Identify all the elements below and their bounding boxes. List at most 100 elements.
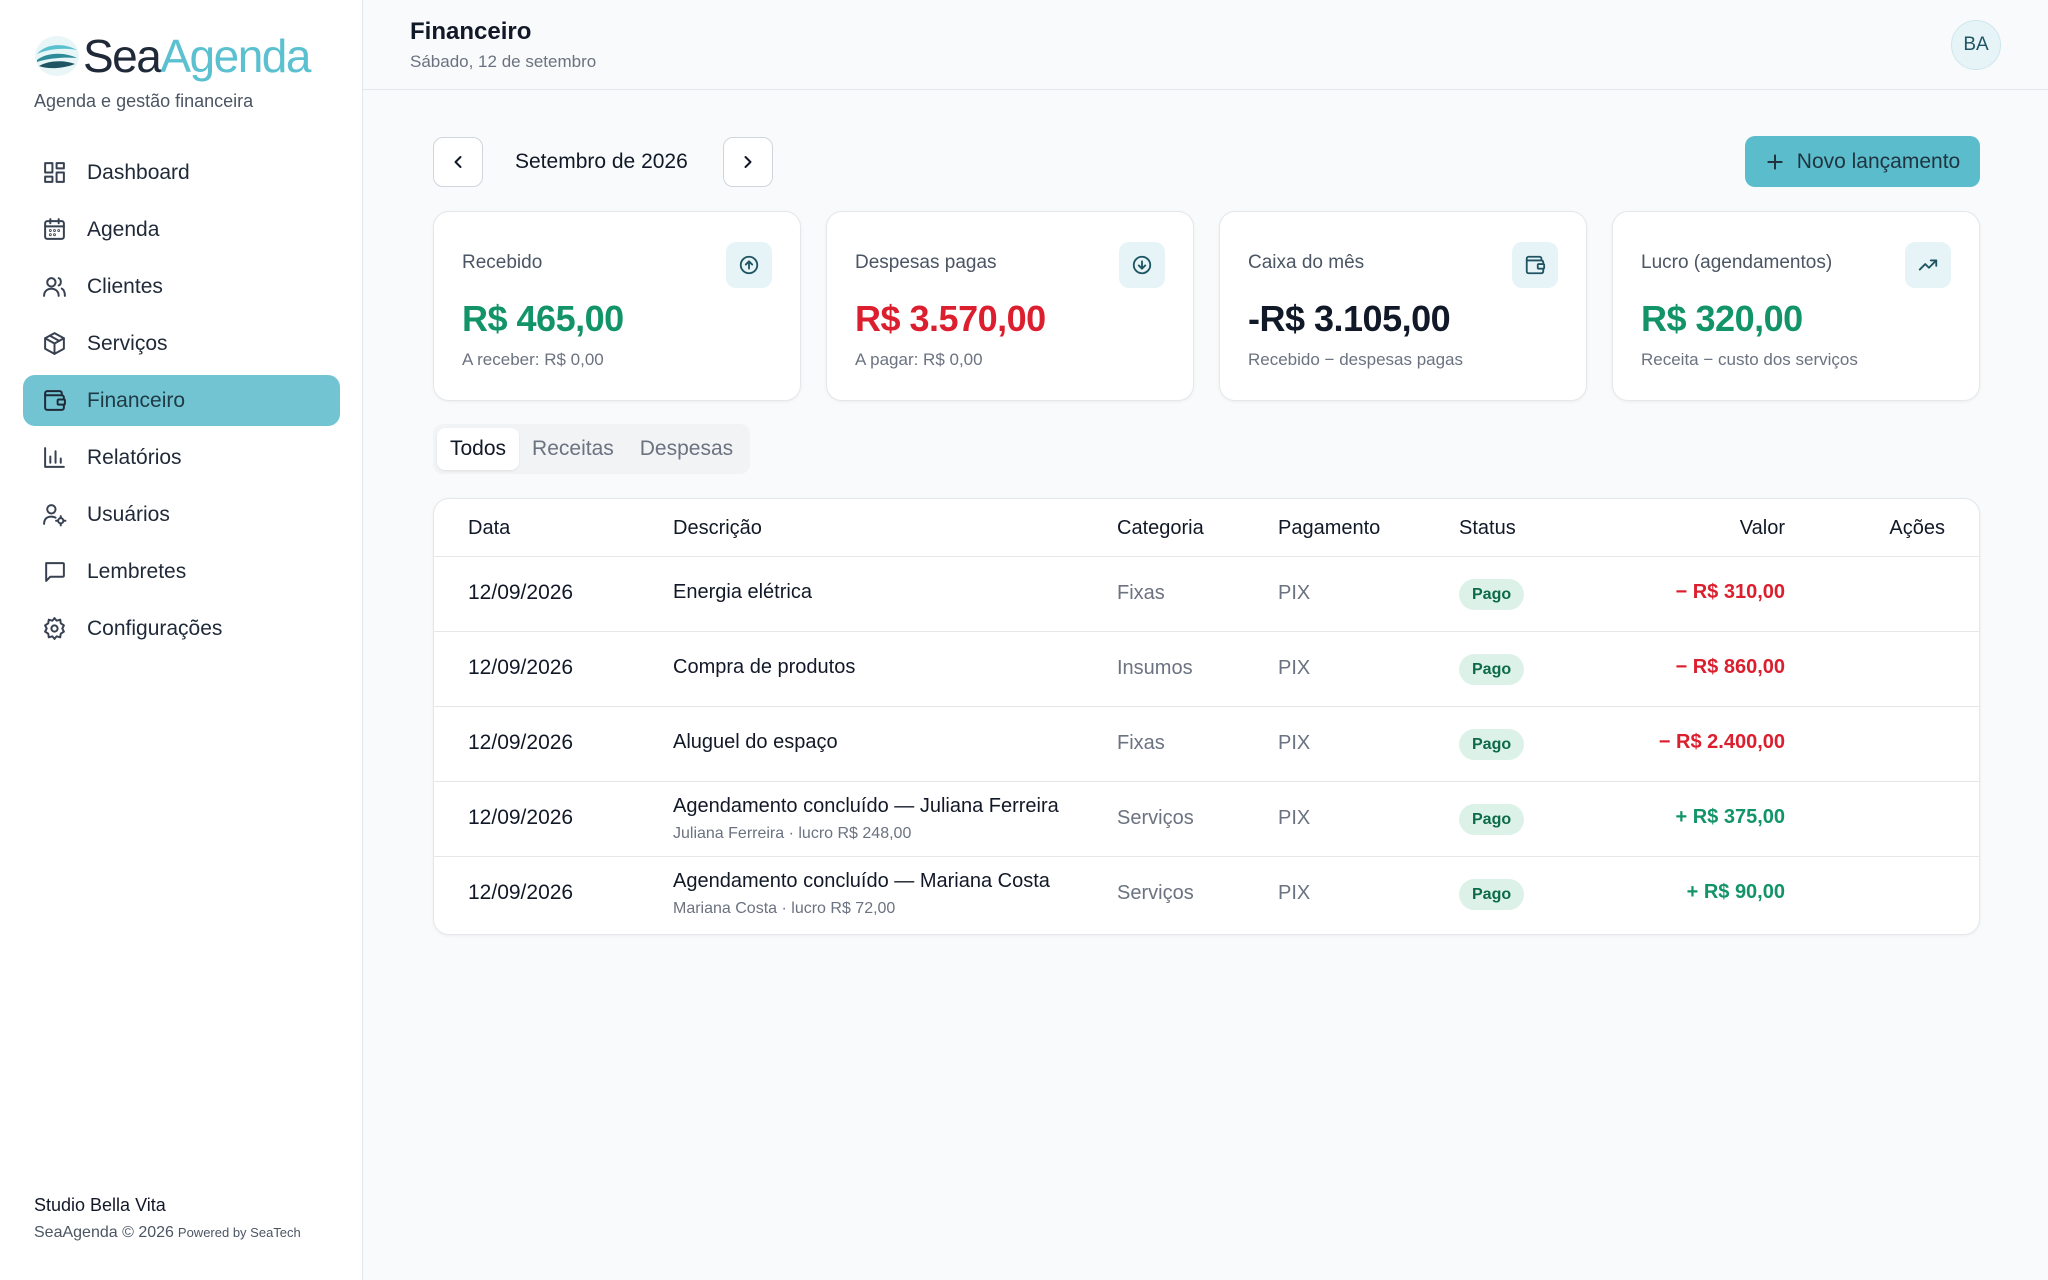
next-month-button[interactable] (723, 137, 773, 187)
card-sub: Recebido − despesas pagas (1248, 350, 1464, 369)
bar-chart-icon (41, 445, 67, 471)
status-badge: Pago (1459, 879, 1525, 910)
card-label: Caixa do mês (1248, 252, 1365, 273)
chevron-left-icon (454, 156, 462, 168)
filter-tabs: Todos Receitas Despesas (433, 424, 751, 474)
row-payment: PIX (1278, 807, 1311, 829)
new-entry-button[interactable]: Novo lançamento (1745, 136, 1980, 187)
users-icon (41, 274, 67, 300)
sidebar-nav: Dashboard Agenda Clientes Serviços Finan… (23, 147, 340, 660)
tab-todos[interactable]: Todos (437, 428, 520, 470)
column-header-data: Data (468, 517, 511, 539)
card-recebido: Recebido R$ 465,00 A receber: R$ 0,00 (433, 211, 801, 401)
sidebar-item-lembretes[interactable]: Lembretes (23, 546, 340, 597)
wallet-icon (41, 388, 67, 414)
avatar[interactable]: BA (1951, 20, 2001, 70)
row-payment: PIX (1278, 732, 1311, 754)
row-value: − R$ 860,00 (1675, 656, 1785, 678)
row-date: 12/09/2026 (468, 656, 574, 679)
card-label: Lucro (agendamentos) (1641, 252, 1833, 273)
wallet-icon (1512, 242, 1558, 288)
column-header-descricao: Descrição (673, 517, 762, 539)
card-lucro: Lucro (agendamentos) R$ 320,00 Receita −… (1612, 211, 1980, 401)
row-payment: PIX (1278, 582, 1311, 604)
row-value: − R$ 2.400,00 (1658, 731, 1785, 753)
month-label: Setembro de 2026 (515, 150, 688, 173)
sidebar-item-clientes[interactable]: Clientes (23, 261, 340, 312)
status-badge: Pago (1459, 654, 1525, 685)
row-payment: PIX (1278, 882, 1311, 904)
card-label: Recebido (462, 252, 543, 273)
row-date: 12/09/2026 (468, 731, 574, 754)
card-caixa-do-mes: Caixa do mês -R$ 3.105,00 Recebido − des… (1219, 211, 1587, 401)
column-header-status: Status (1459, 517, 1516, 539)
sidebar-item-agenda[interactable]: Agenda (23, 204, 340, 255)
row-description: Compra de produtos (673, 656, 856, 678)
card-sub: Receita − custo dos serviços (1641, 350, 1858, 369)
row-date: 12/09/2026 (468, 881, 574, 904)
column-header-pagamento: Pagamento (1278, 517, 1381, 539)
column-header-acoes: Ações (1889, 517, 1945, 539)
box-icon (41, 331, 67, 357)
row-category: Fixas (1117, 732, 1165, 754)
row-description: Agendamento concluído — Mariana Costa (673, 870, 1050, 892)
sidebar-item-configuracoes[interactable]: Configurações (23, 603, 340, 654)
card-value: R$ 465,00 (462, 298, 624, 339)
sidebar-item-label: Dashboard (87, 160, 190, 184)
logo: SeaAgenda (33, 30, 311, 82)
status-badge: Pago (1459, 579, 1525, 610)
sidebar: SeaAgenda Agenda e gestão financeira Das… (0, 0, 363, 1280)
sidebar-item-servicos[interactable]: Serviços (23, 318, 340, 369)
gear-icon (41, 616, 67, 642)
card-value: R$ 320,00 (1641, 298, 1803, 339)
row-category: Serviços (1117, 882, 1194, 904)
sidebar-item-label: Lembretes (87, 559, 187, 583)
sidebar-item-usuarios[interactable]: Usuários (23, 489, 340, 540)
table-row: 12/09/2026 Aluguel do espaço Fixas PIX P… (434, 707, 1979, 782)
sidebar-item-label: Serviços (87, 331, 168, 355)
row-description: Aluguel do espaço (673, 731, 838, 753)
row-category: Insumos (1117, 657, 1193, 679)
new-entry-label: Novo lançamento (1796, 149, 1961, 173)
sidebar-item-dashboard[interactable]: Dashboard (23, 147, 340, 198)
prev-month-button[interactable] (433, 137, 483, 187)
chevron-right-icon (744, 156, 752, 168)
row-category: Serviços (1117, 807, 1194, 829)
tab-despesas[interactable]: Despesas (627, 428, 746, 470)
message-icon (41, 559, 67, 585)
table-header: Data Descrição Categoria Pagamento Statu… (434, 499, 1979, 557)
table-row: 12/09/2026 Compra de produtos Insumos PI… (434, 632, 1979, 707)
sidebar-item-relatorios[interactable]: Relatórios (23, 432, 340, 483)
logo-agenda: Agenda (160, 30, 311, 82)
status-badge: Pago (1459, 729, 1525, 760)
row-description-sub: Juliana Ferreira · lucro R$ 248,00 (673, 825, 912, 842)
transactions-table: Data Descrição Categoria Pagamento Statu… (433, 498, 1980, 935)
page-title: Financeiro (410, 18, 532, 45)
calendar-icon (41, 217, 67, 243)
card-value: R$ 3.570,00 (855, 298, 1046, 339)
tab-receitas[interactable]: Receitas (519, 428, 627, 470)
logo-mark-icon (35, 36, 79, 76)
sidebar-item-financeiro[interactable]: Financeiro (23, 375, 340, 426)
row-date: 12/09/2026 (468, 806, 574, 829)
table-row: 12/09/2026 Agendamento concluído — Julia… (434, 782, 1979, 857)
sidebar-item-label: Clientes (87, 274, 163, 298)
sidebar-item-label: Agenda (87, 217, 160, 241)
column-header-categoria: Categoria (1117, 517, 1204, 539)
card-value: -R$ 3.105,00 (1248, 298, 1451, 339)
copyright-text: SeaAgenda © 2026 (34, 1224, 174, 1241)
studio-name: Studio Bella Vita (34, 1195, 166, 1215)
sidebar-item-label: Usuários (87, 502, 170, 526)
card-despesas-pagas: Despesas pagas R$ 3.570,00 A pagar: R$ 0… (826, 211, 1194, 401)
card-sub: A receber: R$ 0,00 (462, 350, 604, 369)
column-header-valor: Valor (1739, 517, 1785, 539)
row-category: Fixas (1117, 582, 1165, 604)
row-value: + R$ 90,00 (1686, 881, 1785, 903)
row-description: Agendamento concluído — Juliana Ferreira (673, 795, 1059, 817)
user-gear-icon (41, 502, 67, 528)
powered-by: Powered by SeaTech (177, 1225, 301, 1240)
logo-text: SeaAgenda (83, 30, 311, 82)
status-badge: Pago (1459, 804, 1525, 835)
logo-sea: Sea (83, 30, 162, 82)
row-value: + R$ 375,00 (1675, 806, 1785, 828)
